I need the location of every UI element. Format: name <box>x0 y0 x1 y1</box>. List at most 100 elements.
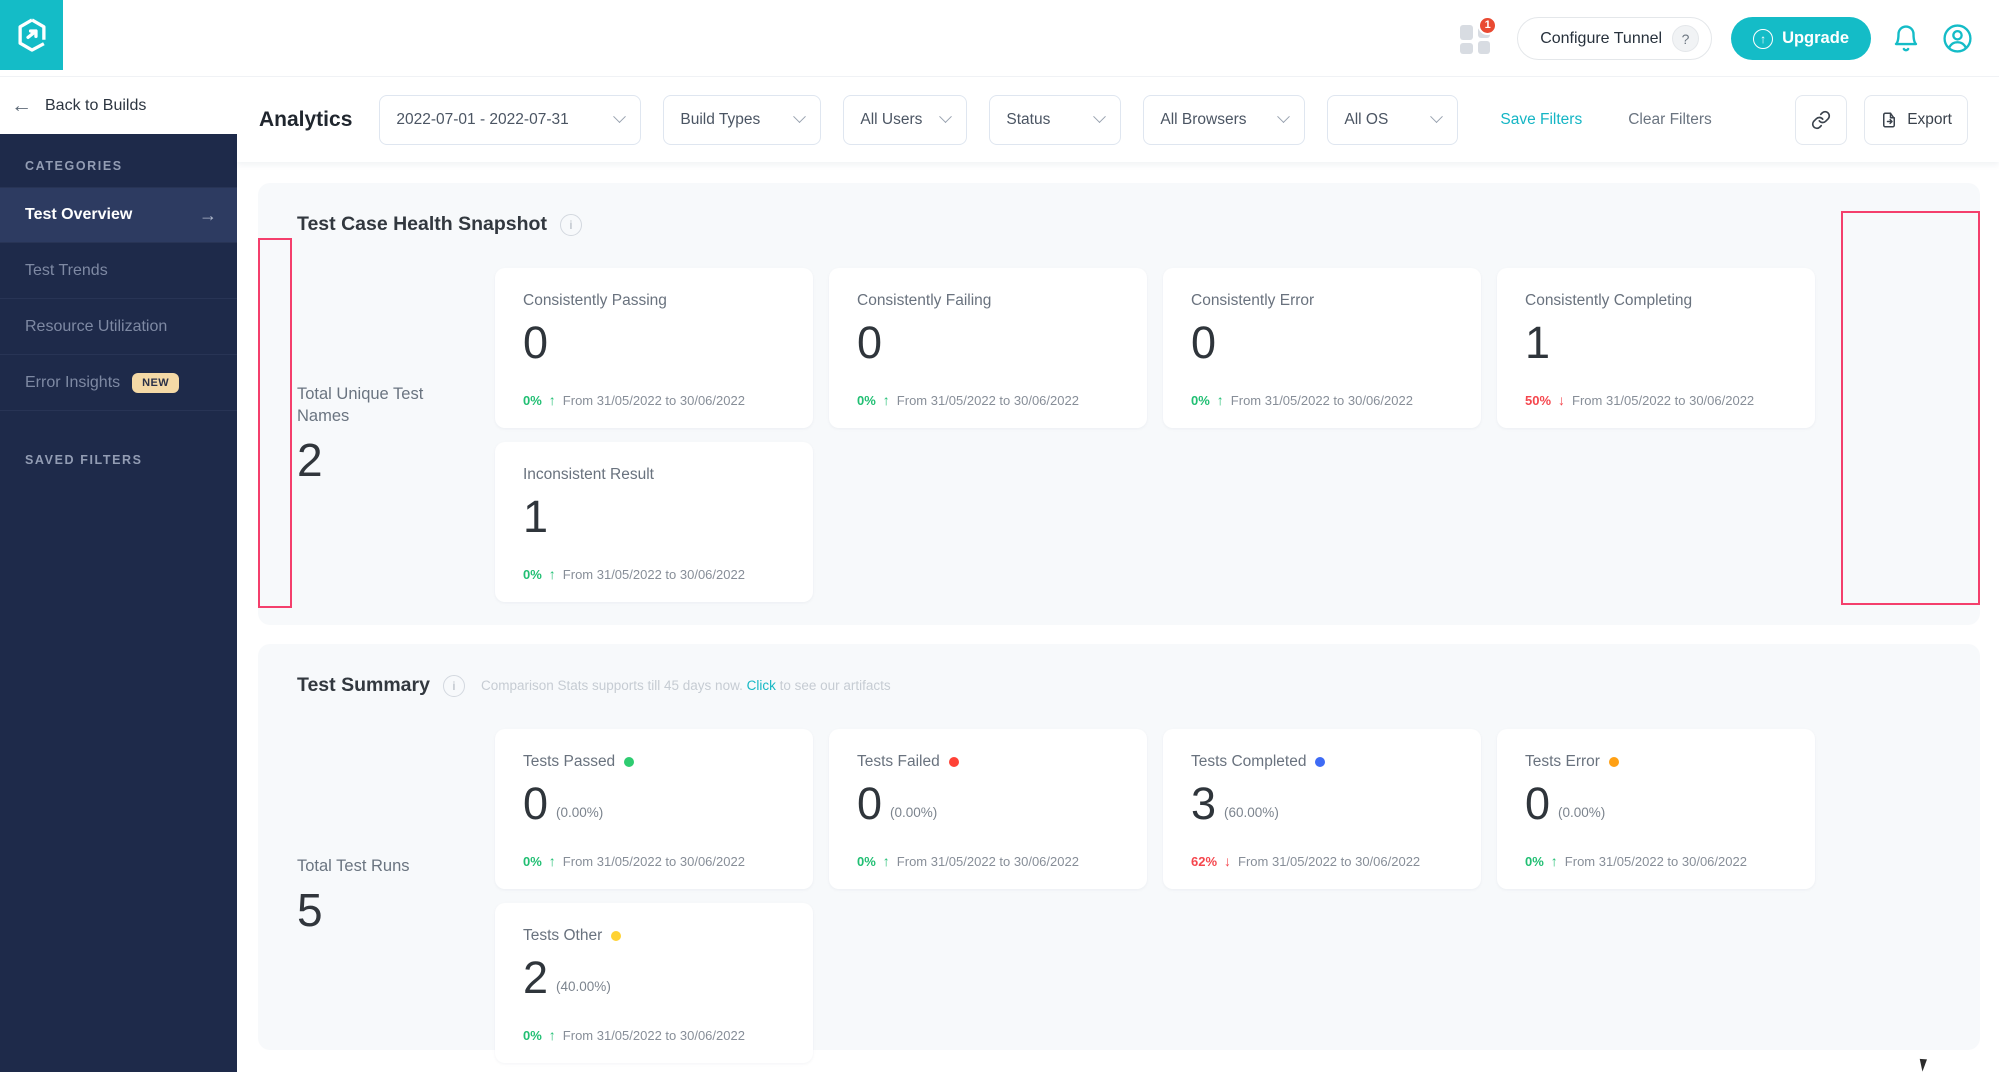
trend-arrow-icon: ↑ <box>548 1027 556 1043</box>
upgrade-button[interactable]: ↑ Upgrade <box>1731 17 1871 60</box>
topbar-actions: 1 Configure Tunnel ? ↑ Upgrade <box>1458 0 1973 77</box>
trend-change-value: 0% <box>523 1027 542 1043</box>
copy-link-button[interactable] <box>1795 94 1848 145</box>
chevron-down-icon <box>1277 110 1291 124</box>
dropdown-label: All OS <box>1344 110 1389 128</box>
grid-square <box>1460 42 1474 54</box>
stat-card-label: Tests Other <box>523 927 603 944</box>
stat-card-value: 0 <box>857 778 883 829</box>
comparison-period: From 31/05/2022 to 30/06/2022 <box>1230 392 1413 408</box>
stat-card: Tests Passed 0 (0.00%) 0% ↑ From 31/05/2… <box>495 729 813 889</box>
sidebar: CATEGORIES Test Overview → Test Trends Reso… <box>0 134 237 1072</box>
comparison-period: From 31/05/2022 to 30/06/2022 <box>562 392 745 408</box>
filter-dropdown-date-range[interactable]: 2022-07-01 - 2022-07-31 <box>379 94 642 145</box>
chevron-down-icon <box>939 110 953 124</box>
comparison-period: From 31/05/2022 to 30/06/2022 <box>1572 392 1755 408</box>
total-test-runs-label: Total Test Runs <box>297 856 410 875</box>
dropdown-label: All Browsers <box>1160 110 1247 128</box>
stat-card: Consistently Completing 1 50% ↓ From 31/… <box>1497 268 1815 428</box>
status-dot-icon <box>624 757 635 767</box>
new-badge: NEW <box>132 372 180 393</box>
trend-change-value: 0% <box>1191 392 1210 408</box>
info-icon[interactable]: i <box>559 213 582 236</box>
filter-dropdown-build-types[interactable]: Build Types <box>663 94 822 145</box>
stat-card-value: 0 <box>857 317 883 368</box>
apps-grid-icon[interactable]: 1 <box>1458 15 1498 56</box>
snapshot-title: Test Case Health Snapshot <box>297 213 547 235</box>
trend-arrow-icon: ↓ <box>1558 392 1566 408</box>
filter-dropdown-all-users[interactable]: All Users <box>843 94 968 145</box>
dropdown-label: All Users <box>860 110 923 128</box>
info-icon[interactable]: i <box>442 674 465 697</box>
stat-card-value: 0 <box>1191 317 1217 368</box>
trend-arrow-icon: ↑ <box>548 392 556 408</box>
stat-card: Tests Failed 0 (0.00%) 0% ↑ From 31/05/2… <box>829 729 1147 889</box>
stat-card: Inconsistent Result 1 0% ↑ From 31/05/20… <box>495 442 813 602</box>
total-test-runs-value: 5 <box>297 884 323 937</box>
comparison-period: From 31/05/2022 to 30/06/2022 <box>562 566 745 582</box>
stat-card: Tests Completed 3 (60.00%) 62% ↓ From 31… <box>1163 729 1481 889</box>
stat-card-percentage: (0.00%) <box>1558 805 1606 820</box>
trend-change-value: 0% <box>523 566 542 582</box>
trend-arrow-icon: ↑ <box>882 853 890 869</box>
sidebar-item-label: Resource Utilization <box>25 317 168 335</box>
back-to-builds-label: Back to Builds <box>45 96 147 114</box>
comparison-period: From 31/05/2022 to 30/06/2022 <box>562 1027 745 1043</box>
comparison-period: From 31/05/2022 to 30/06/2022 <box>1238 853 1421 869</box>
save-filters-link[interactable]: Save Filters <box>1500 111 1582 129</box>
clear-filters-link[interactable]: Clear Filters <box>1628 111 1712 129</box>
back-to-builds-link[interactable]: ← Back to Builds <box>0 77 237 134</box>
help-icon[interactable]: ? <box>1672 25 1700 52</box>
arrow-right-icon: → <box>199 204 217 225</box>
notification-count-badge: 1 <box>1478 15 1498 35</box>
user-avatar-icon[interactable] <box>1941 23 1973 55</box>
logo-hexagon-icon <box>17 18 46 52</box>
stat-card-value: 1 <box>523 491 549 542</box>
summary-note: Comparison Stats supports till 45 days n… <box>480 678 891 693</box>
filter-dropdown-status[interactable]: Status <box>989 94 1122 145</box>
sidebar-item-test-trends[interactable]: Test Trends <box>0 243 237 299</box>
stat-card-value: 0 <box>523 778 549 829</box>
export-file-icon <box>1883 112 1896 127</box>
stat-card-percentage: (60.00%) <box>1224 805 1279 820</box>
stat-card-label: Consistently Failing <box>857 292 992 309</box>
filter-dropdown-all-os[interactable]: All OS <box>1327 94 1459 145</box>
export-button[interactable]: Export <box>1864 94 1968 145</box>
dropdown-label: 2022-07-01 - 2022-07-31 <box>396 110 569 128</box>
saved-filters-section-title: SAVED FILTERS <box>25 453 143 467</box>
stat-card-label: Tests Error <box>1525 753 1600 770</box>
trend-change-value: 0% <box>857 853 876 869</box>
lambdatest-logo[interactable] <box>0 0 63 70</box>
sidebar-nav: Test Overview → Test Trends Resource Utiliz… <box>0 187 237 411</box>
chevron-down-icon <box>793 110 807 124</box>
stat-card-label: Consistently Error <box>1191 292 1315 309</box>
trend-change-value: 50% <box>1525 392 1552 408</box>
stat-card: Tests Error 0 (0.00%) 0% ↑ From 31/05/20… <box>1497 729 1815 889</box>
notifications-bell-icon[interactable] <box>1890 23 1922 55</box>
sidebar-item-test-overview[interactable]: Test Overview → <box>0 187 237 243</box>
chevron-down-icon <box>1093 110 1107 124</box>
stat-card-label: Tests Failed <box>857 753 940 770</box>
stat-card: Consistently Failing 0 0% ↑ From 31/05/2… <box>829 268 1147 428</box>
total-unique-tests-label: Total Unique Test Names <box>297 384 424 425</box>
sidebar-item-label: Test Overview <box>25 206 133 223</box>
export-label: Export <box>1907 110 1952 128</box>
arrow-up-circle-icon: ↑ <box>1753 28 1774 49</box>
trend-arrow-icon: ↑ <box>882 392 890 408</box>
trend-change-value: 62% <box>1191 853 1218 869</box>
status-dot-icon <box>1608 757 1619 767</box>
filter-dropdown-all-browsers[interactable]: All Browsers <box>1143 94 1306 145</box>
stat-card-label: Consistently Passing <box>523 292 667 309</box>
sidebar-item-resource-utilization[interactable]: Resource Utilization <box>0 299 237 355</box>
stat-card-percentage: (0.00%) <box>890 805 938 820</box>
sidebar-item-error-insights[interactable]: Error Insights NEW <box>0 355 237 411</box>
sidebar-item-label: Error Insights <box>25 373 121 391</box>
stat-card-percentage: (40.00%) <box>556 979 611 994</box>
click-link[interactable]: Click <box>747 678 776 693</box>
stat-card: Tests Other 2 (40.00%) 0% ↑ From 31/05/2… <box>495 903 813 1063</box>
top-bar: 1 Configure Tunnel ? ↑ Upgrade <box>0 0 1999 77</box>
sidebar-item-label: Test Trends <box>25 261 108 279</box>
configure-tunnel-button[interactable]: Configure Tunnel ? <box>1517 17 1713 60</box>
status-dot-icon <box>948 757 959 767</box>
dropdown-label: Build Types <box>680 110 761 128</box>
